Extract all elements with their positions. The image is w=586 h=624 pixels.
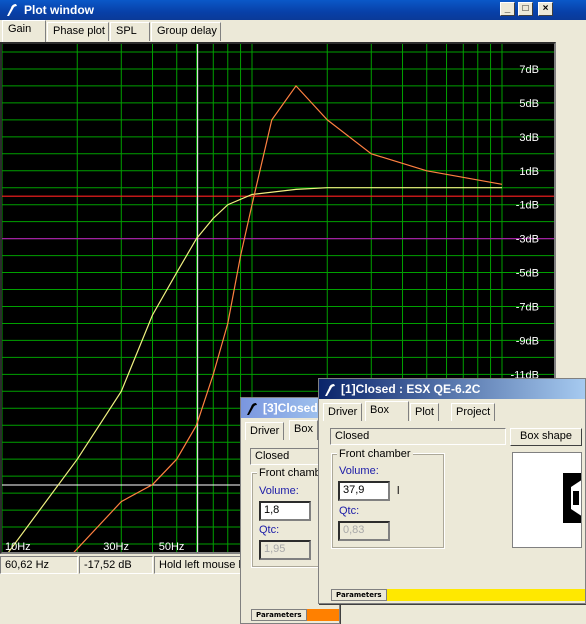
window-1-titlebar[interactable]: [1]Closed : ESX QE-6.2C [319, 379, 585, 399]
window-1-title: [1]Closed : ESX QE-6.2C [341, 382, 481, 396]
status-hint: Hold left mouse b [154, 556, 254, 574]
minimize-button[interactable]: _ [500, 2, 515, 16]
tab-gain[interactable]: Gain [2, 20, 46, 42]
parameters-label: Parameters [331, 589, 387, 601]
app-icon [325, 384, 335, 396]
plot-tabs: Gain Phase plot SPL Group delay [0, 20, 586, 42]
parameters-label: Parameters [251, 609, 307, 621]
front-chamber-label: Front chamber [337, 448, 413, 460]
window-3-title: [3]Closed [263, 401, 318, 415]
tab-box[interactable]: Box [289, 420, 318, 440]
status-frequency: 60,62 Hz [0, 556, 78, 574]
qtc-input: 0,83 [338, 521, 390, 541]
tab-box[interactable]: Box [365, 401, 409, 421]
qtc-label: Qtc: [259, 524, 280, 536]
y-tick-label: -9dB [516, 335, 539, 347]
app-icon [7, 4, 17, 16]
x-tick-label: 50Hz [159, 541, 185, 552]
parameters-bar: Parameters [251, 609, 339, 621]
tab-driver[interactable]: Driver [245, 422, 285, 440]
volume-label: Volume: [259, 485, 299, 497]
box-shape-button[interactable]: Box shape [510, 428, 582, 446]
app-icon [247, 403, 257, 415]
y-tick-label: -1dB [516, 200, 539, 212]
tab-phase-plot[interactable]: Phase plot [47, 22, 109, 41]
tab-driver[interactable]: Driver [323, 403, 363, 421]
box-shape-preview [512, 452, 582, 548]
parameters-bar: Parameters [331, 589, 585, 601]
maximize-button[interactable]: □ [518, 2, 533, 16]
tab-group-delay[interactable]: Group delay [151, 22, 221, 41]
volume-input[interactable]: 1,8 [259, 501, 311, 521]
volume-input[interactable]: 37,9 [338, 481, 390, 501]
tab-plot[interactable]: Plot [410, 403, 439, 421]
y-tick-label: -3dB [516, 234, 539, 246]
close-button[interactable]: × [538, 2, 553, 16]
y-tick-label: -7dB [516, 301, 539, 313]
qtc-input: 1,95 [259, 540, 311, 560]
y-tick-label: 7dB [519, 64, 539, 76]
x-tick-label: 30Hz [103, 541, 129, 552]
tab-spl[interactable]: SPL [110, 22, 150, 41]
closed-box-window-1[interactable]: [1]Closed : ESX QE-6.2C Driver Box Plot … [318, 378, 586, 604]
qtc-label: Qtc: [339, 505, 360, 517]
y-tick-label: 5dB [519, 98, 539, 110]
y-tick-label: -5dB [516, 268, 539, 280]
x-tick-label: 10Hz [5, 541, 31, 552]
y-tick-label: 3dB [519, 132, 539, 144]
y-tick-label: 1dB [519, 166, 539, 178]
status-gain: -17,52 dB [79, 556, 153, 574]
window-title: Plot window [24, 3, 94, 17]
volume-label: Volume: [339, 465, 379, 477]
box-type-field: Closed [330, 428, 506, 445]
speaker-box-icon [563, 473, 581, 523]
plot-window-titlebar[interactable]: Plot window _ □ × [0, 0, 586, 20]
tab-project[interactable]: Project [451, 403, 496, 421]
volume-unit: l [397, 485, 400, 497]
